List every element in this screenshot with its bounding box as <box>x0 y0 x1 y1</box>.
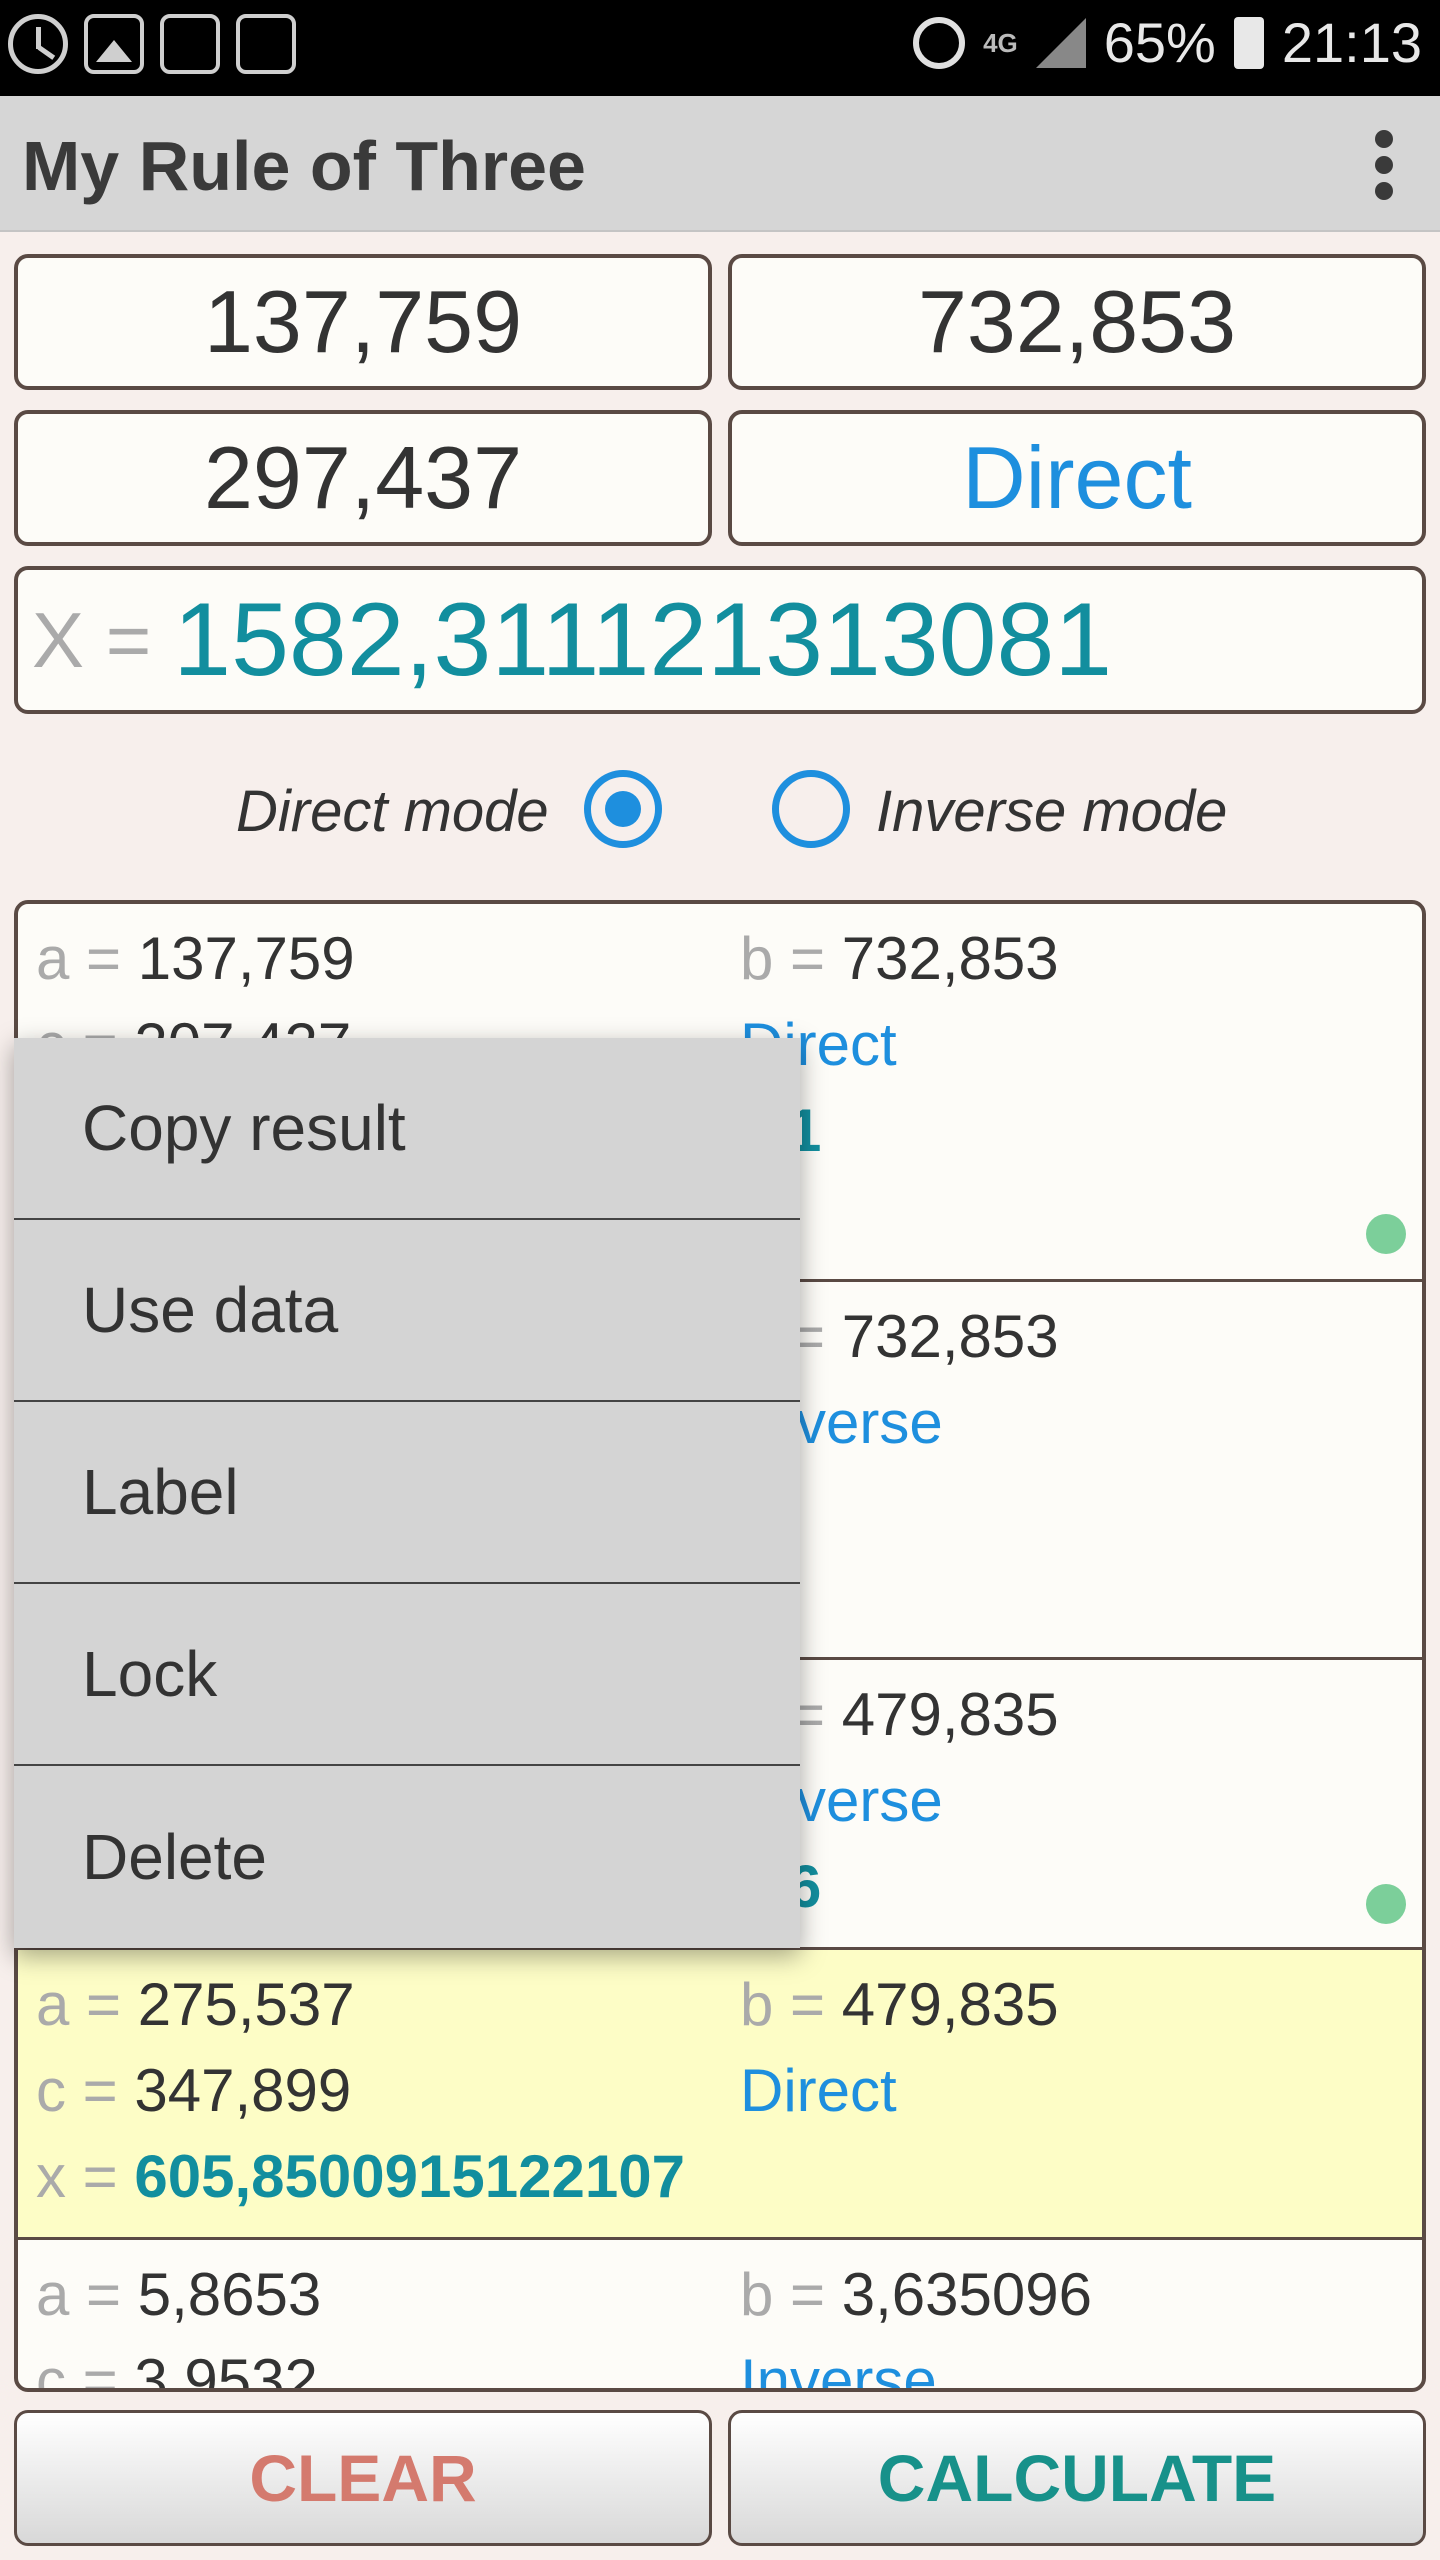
var-label: b = <box>740 1971 826 2038</box>
alarm-icon <box>913 16 966 69</box>
history-item-selected[interactable]: a = 275,537 c = 347,899 x = 605,85009151… <box>18 1950 1422 2240</box>
inverse-mode-label[interactable]: Inverse mode <box>876 778 1227 845</box>
app-notification-icon <box>160 14 220 74</box>
result-value: 1582,311121313081 <box>173 581 1113 698</box>
value-a: 137,759 <box>137 925 355 992</box>
value-c: 3,9532 <box>134 2347 318 2392</box>
notification-icons <box>8 14 296 74</box>
status-dot <box>1366 1884 1406 1924</box>
menu-item-delete[interactable]: Delete <box>14 1766 800 1948</box>
entry-mode: Inverse <box>740 2347 937 2392</box>
var-label: b = <box>740 925 826 992</box>
var-label: a = <box>36 925 122 992</box>
var-label: c = <box>36 2347 118 2392</box>
clock-icon <box>8 14 68 74</box>
app-bar: My Rule of Three <box>0 96 1440 232</box>
calculate-button[interactable]: CALCULATE <box>728 2410 1426 2546</box>
inverse-mode-radio[interactable] <box>772 770 850 848</box>
image-icon <box>84 14 144 74</box>
signal-icon <box>1035 17 1086 68</box>
var-label: a = <box>36 2261 122 2328</box>
menu-item-copy-result[interactable]: Copy result <box>14 1038 800 1220</box>
menu-item-label[interactable]: Label <box>14 1402 800 1584</box>
system-icons: 4G 65% 21:13 <box>913 10 1422 75</box>
value-b: 479,835 <box>841 1971 1059 2038</box>
entry-mode: verse <box>796 1767 943 1834</box>
var-label: c = <box>36 2057 118 2124</box>
menu-item-lock[interactable]: Lock <box>14 1584 800 1766</box>
mode-selector: Direct mode Inverse mode <box>0 760 1440 860</box>
input-b[interactable]: 732,853 <box>728 254 1426 390</box>
status-dot <box>1366 1214 1406 1254</box>
direct-mode-radio[interactable] <box>584 770 662 848</box>
value-b: 479,835 <box>841 1681 1059 1748</box>
var-label: x = <box>36 2143 118 2210</box>
mode-field[interactable]: Direct <box>728 410 1426 546</box>
context-menu: Copy result Use data Label Lock Delete <box>14 1038 800 1948</box>
clock-time: 21:13 <box>1281 11 1422 74</box>
entry-result: 605,8500915122107 <box>134 2143 685 2210</box>
value-b: 732,853 <box>841 925 1059 992</box>
value-a: 275,537 <box>137 1971 355 2038</box>
history-item[interactable]: a = 5,8653 c = 3,9532 b = 3,635096 Inver… <box>18 2240 1422 2392</box>
result-label: X = <box>32 595 152 684</box>
app-notification-icon-2 <box>236 14 296 74</box>
input-a[interactable]: 137,759 <box>14 254 712 390</box>
battery-percent: 65% <box>1103 11 1216 74</box>
overflow-menu-icon[interactable] <box>1372 130 1396 200</box>
value-b: 732,853 <box>841 1303 1059 1370</box>
clear-button[interactable]: CLEAR <box>14 2410 712 2546</box>
entry-mode: Direct <box>740 2057 897 2124</box>
input-c[interactable]: 297,437 <box>14 410 712 546</box>
result-field: X = 1582,311121313081 <box>14 566 1426 714</box>
value-a: 5,8653 <box>137 2261 322 2328</box>
var-label: a = <box>36 1971 122 2038</box>
status-bar: 4G 65% 21:13 <box>0 0 1440 96</box>
direct-mode-label[interactable]: Direct mode <box>236 778 549 845</box>
value-b: 3,635096 <box>841 2261 1093 2328</box>
battery-icon <box>1233 16 1264 69</box>
network-type: 4G <box>983 27 1018 58</box>
menu-item-use-data[interactable]: Use data <box>14 1220 800 1402</box>
entry-mode: verse <box>796 1389 943 1456</box>
app-title: My Rule of Three <box>22 127 586 205</box>
value-c: 347,899 <box>134 2057 352 2124</box>
var-label: b = <box>740 2261 826 2328</box>
